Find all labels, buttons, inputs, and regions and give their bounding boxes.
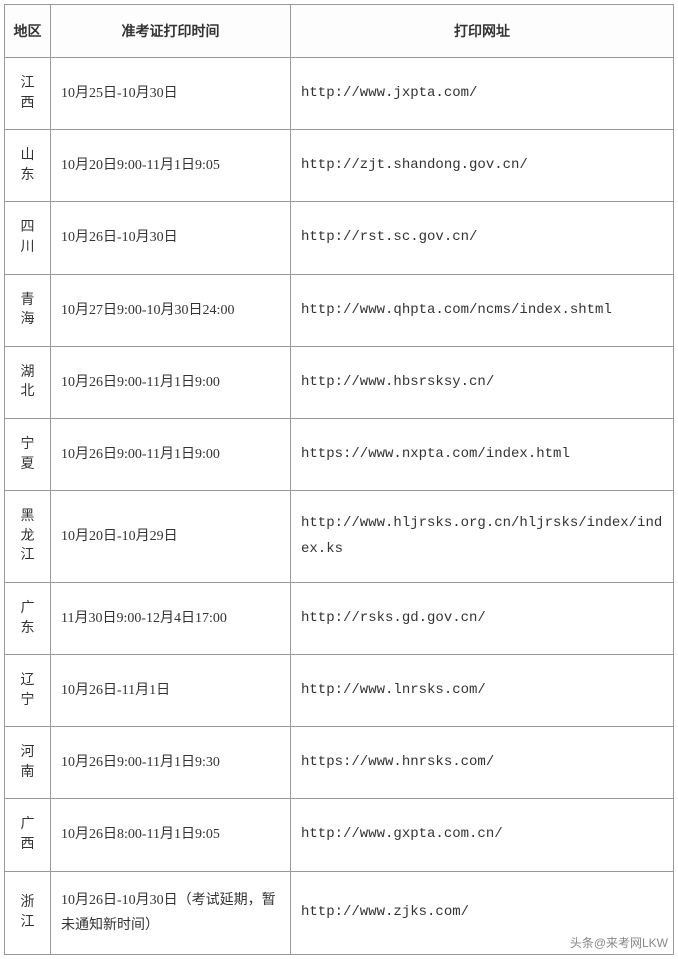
region-cell: 河 南 (5, 727, 51, 799)
table-row: 四 川10月26日-10月30日http://rst.sc.gov.cn/ (5, 202, 674, 274)
header-region: 地区 (5, 5, 51, 58)
url-cell: http://rsks.gd.gov.cn/ (291, 582, 674, 654)
url-cell: http://zjt.shandong.gov.cn/ (291, 130, 674, 202)
url-cell: http://www.jxpta.com/ (291, 58, 674, 130)
time-cell: 10月26日9:00-11月1日9:00 (51, 418, 291, 490)
region-cell: 四 川 (5, 202, 51, 274)
region-cell: 湖 北 (5, 346, 51, 418)
region-cell: 辽 宁 (5, 655, 51, 727)
header-url: 打印网址 (291, 5, 674, 58)
time-cell: 10月26日9:00-11月1日9:00 (51, 346, 291, 418)
url-cell: http://www.zjks.com/ (291, 871, 674, 954)
url-cell: http://www.hbsrsksy.cn/ (291, 346, 674, 418)
time-cell: 10月26日8:00-11月1日9:05 (51, 799, 291, 871)
table-row: 青 海10月27日9:00-10月30日24:00http://www.qhpt… (5, 274, 674, 346)
table-row: 浙 江10月26日-10月30日（考试延期，暂未通知新时间）http://www… (5, 871, 674, 954)
time-cell: 10月26日-10月30日 (51, 202, 291, 274)
region-cell: 宁 夏 (5, 418, 51, 490)
url-cell: https://www.hnrsks.com/ (291, 727, 674, 799)
time-cell: 10月26日-10月30日（考试延期，暂未通知新时间） (51, 871, 291, 954)
region-cell: 浙 江 (5, 871, 51, 954)
table-row: 河 南10月26日9:00-11月1日9:30https://www.hnrsk… (5, 727, 674, 799)
url-cell: http://www.hljrsks.org.cn/hljrsks/index/… (291, 491, 674, 583)
region-cell: 广 东 (5, 582, 51, 654)
table-row: 湖 北10月26日9:00-11月1日9:00http://www.hbsrsk… (5, 346, 674, 418)
url-cell: https://www.nxpta.com/index.html (291, 418, 674, 490)
region-cell: 广 西 (5, 799, 51, 871)
time-cell: 10月26日-11月1日 (51, 655, 291, 727)
table-row: 广 西10月26日8:00-11月1日9:05http://www.gxpta.… (5, 799, 674, 871)
table-header-row: 地区 准考证打印时间 打印网址 (5, 5, 674, 58)
region-cell: 江 西 (5, 58, 51, 130)
table-row: 山 东10月20日9:00-11月1日9:05http://zjt.shando… (5, 130, 674, 202)
table-row: 黑 龙 江10月20日-10月29日http://www.hljrsks.org… (5, 491, 674, 583)
time-cell: 10月27日9:00-10月30日24:00 (51, 274, 291, 346)
time-cell: 10月25日-10月30日 (51, 58, 291, 130)
time-cell: 10月20日-10月29日 (51, 491, 291, 583)
print-schedule-table: 地区 准考证打印时间 打印网址 江 西10月25日-10月30日http://w… (4, 4, 674, 955)
region-cell: 山 东 (5, 130, 51, 202)
region-cell: 黑 龙 江 (5, 491, 51, 583)
url-cell: http://www.lnrsks.com/ (291, 655, 674, 727)
time-cell: 11月30日9:00-12月4日17:00 (51, 582, 291, 654)
time-cell: 10月20日9:00-11月1日9:05 (51, 130, 291, 202)
url-cell: http://www.qhpta.com/ncms/index.shtml (291, 274, 674, 346)
table-row: 辽 宁10月26日-11月1日http://www.lnrsks.com/ (5, 655, 674, 727)
url-cell: http://www.gxpta.com.cn/ (291, 799, 674, 871)
time-cell: 10月26日9:00-11月1日9:30 (51, 727, 291, 799)
header-time: 准考证打印时间 (51, 5, 291, 58)
region-cell: 青 海 (5, 274, 51, 346)
url-cell: http://rst.sc.gov.cn/ (291, 202, 674, 274)
table-row: 宁 夏10月26日9:00-11月1日9:00https://www.nxpta… (5, 418, 674, 490)
table-row: 广 东11月30日9:00-12月4日17:00http://rsks.gd.g… (5, 582, 674, 654)
table-row: 江 西10月25日-10月30日http://www.jxpta.com/ (5, 58, 674, 130)
